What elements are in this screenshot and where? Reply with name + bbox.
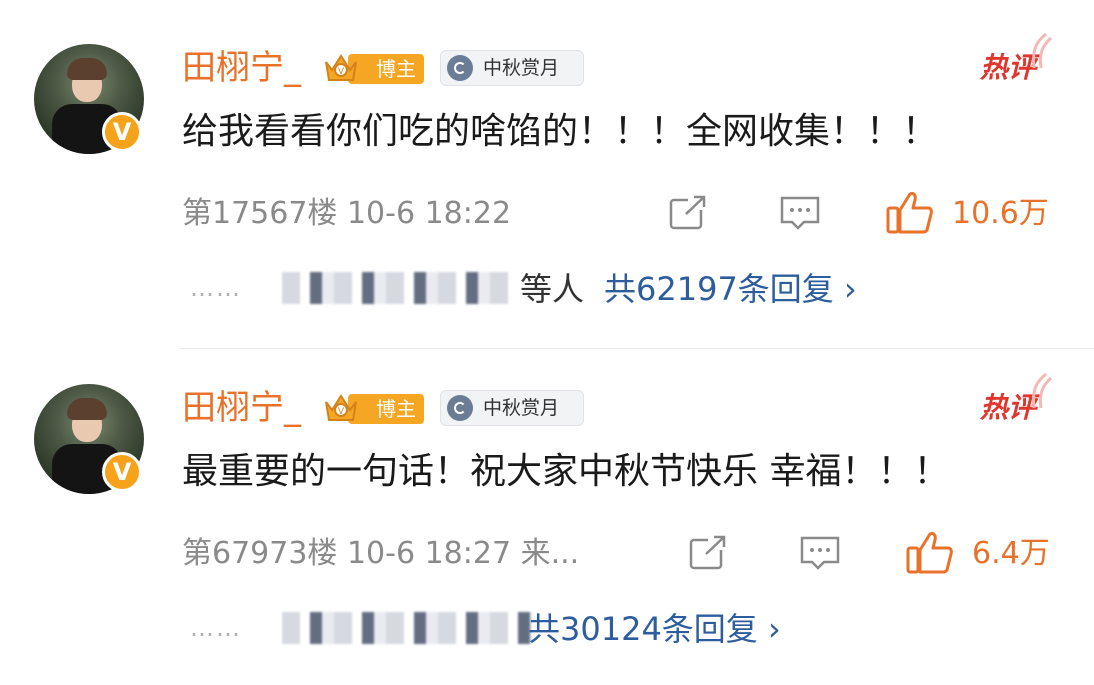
verified-badge-icon: V [102, 112, 142, 152]
reply-dots: …… [190, 614, 242, 642]
crown-icon: V [325, 54, 357, 81]
share-icon[interactable] [688, 534, 728, 572]
floor-time: 第67973楼 10-6 18:27 来... [182, 536, 580, 571]
reply-count-link[interactable]: 共62197条回复 › [604, 270, 857, 308]
reply-preview[interactable]: …… 等人 共62197条回复 › [190, 270, 970, 310]
share-icon[interactable] [668, 194, 708, 232]
flame-icon [1032, 372, 1053, 409]
crown-icon: V [325, 394, 357, 421]
moon-icon [447, 395, 473, 421]
reply-prefix: 等人 [520, 270, 585, 308]
verified-badge-icon: V [102, 452, 142, 492]
comment-content: 最重要的一句话！祝大家中秋节快乐 幸福！！！ [182, 451, 950, 492]
event-tag-label: 中秋赏月 [483, 397, 560, 419]
username[interactable]: 田栩宁_ [182, 46, 301, 90]
event-tag-label: 中秋赏月 [483, 57, 560, 79]
comment-icon[interactable] [778, 194, 822, 234]
svg-text:V: V [338, 407, 345, 417]
avatar-hair [67, 58, 107, 80]
comment-icon[interactable] [798, 534, 842, 574]
reply-dots: …… [190, 274, 242, 302]
floor-time: 第17567楼 10-6 18:22 [182, 196, 512, 231]
event-tag[interactable]: 中秋赏月 [440, 390, 584, 426]
comment-content: 给我看看你们吃的啥馅的！！！全网收集！！！ [182, 111, 939, 152]
reply-count-link[interactable]: 共30124条回复 › [528, 610, 781, 648]
like-count[interactable]: 6.4万 [972, 534, 1050, 574]
comment-card: V 田栩宁_ 博主 V 中秋赏月 热评 给我看看你们吃的啥馅的！！！全网收集！！… [0, 0, 1094, 340]
moon-icon [447, 55, 473, 81]
avatar-hair [67, 398, 107, 420]
username[interactable]: 田栩宁_ [182, 386, 301, 430]
svg-text:V: V [338, 67, 345, 77]
blurred-names [282, 272, 516, 304]
like-count[interactable]: 10.6万 [952, 194, 1049, 234]
blurred-names [282, 612, 532, 644]
like-icon[interactable] [886, 190, 934, 236]
reply-preview[interactable]: …… 共30124条回复 › [190, 610, 970, 650]
like-icon[interactable] [906, 530, 954, 576]
comment-card: V 田栩宁_ 博主 V 中秋赏月 热评 最重要的一句话！祝大家中秋节快乐 幸福！… [0, 340, 1094, 680]
flame-icon [1032, 32, 1053, 69]
event-tag[interactable]: 中秋赏月 [440, 50, 584, 86]
